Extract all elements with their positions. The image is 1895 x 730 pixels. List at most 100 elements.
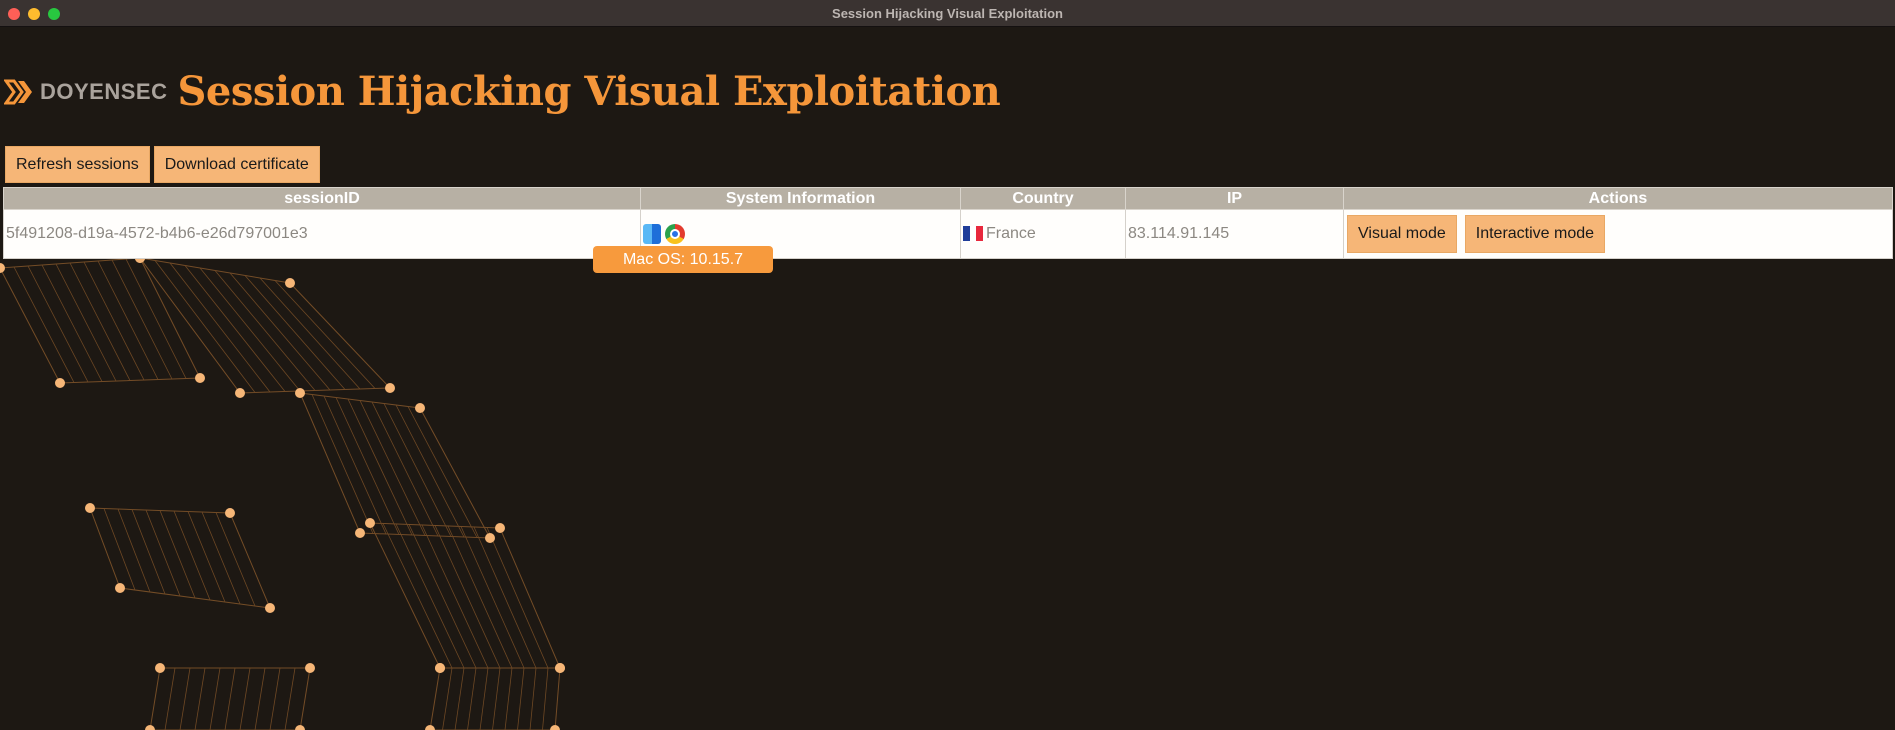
grid-line bbox=[274, 280, 376, 389]
grid-line bbox=[492, 667, 501, 730]
finder-icon[interactable] bbox=[643, 224, 661, 244]
column-header-actions: Actions bbox=[1343, 187, 1893, 210]
grid-line bbox=[173, 510, 211, 601]
grid-line bbox=[269, 667, 281, 730]
grid-line bbox=[111, 259, 173, 380]
grid-line bbox=[311, 394, 374, 534]
sessions-table: sessionID System Information Country IP … bbox=[3, 187, 1893, 259]
maximize-window-button[interactable] bbox=[48, 8, 60, 20]
column-header-country: Country bbox=[960, 187, 1126, 210]
country-name: France bbox=[986, 225, 1036, 242]
grid-line bbox=[154, 260, 256, 393]
grid-line bbox=[209, 667, 221, 730]
grid-line bbox=[199, 267, 301, 392]
grid-line bbox=[55, 263, 117, 382]
grid-line bbox=[83, 261, 145, 381]
grid-line bbox=[335, 397, 400, 535]
grid-dot bbox=[145, 725, 155, 730]
grid-line bbox=[421, 524, 489, 669]
table-row: 5f491208-d19a-4572-b4b6-e26d797001e3 Fra… bbox=[3, 209, 1893, 259]
grid-line bbox=[479, 667, 489, 730]
chrome-icon[interactable] bbox=[665, 224, 686, 244]
visual-mode-button[interactable]: Visual mode bbox=[1347, 215, 1457, 253]
grid-line bbox=[447, 525, 513, 669]
page-title: Session Hijacking Visual Exploitation bbox=[177, 68, 1001, 115]
grid-line bbox=[27, 265, 89, 383]
grid-line bbox=[194, 667, 206, 730]
window-title: Session Hijacking Visual Exploitation bbox=[832, 5, 1063, 21]
grid-dot bbox=[235, 388, 245, 398]
grid-dot bbox=[0, 263, 5, 273]
grid-line bbox=[517, 667, 525, 730]
grid-dot bbox=[285, 278, 295, 288]
toolbar: Refresh sessions Download certificate bbox=[5, 146, 320, 183]
grid-dot bbox=[495, 523, 505, 533]
grid-line bbox=[382, 523, 453, 669]
grid-line bbox=[125, 258, 187, 379]
grid-line bbox=[229, 272, 331, 391]
download-certificate-button[interactable]: Download certificate bbox=[153, 146, 320, 183]
grid-dot bbox=[385, 383, 395, 393]
column-header-ip: IP bbox=[1125, 187, 1344, 210]
grid-dot bbox=[265, 603, 275, 613]
grid-dot bbox=[355, 528, 365, 538]
column-header-session-id: sessionID bbox=[3, 187, 641, 210]
grid-line bbox=[486, 527, 549, 669]
grid-line bbox=[131, 509, 166, 595]
grid-line bbox=[224, 667, 236, 730]
grid-line bbox=[434, 525, 501, 669]
grid-dot bbox=[115, 583, 125, 593]
grid-dot bbox=[195, 373, 205, 383]
grid-line bbox=[159, 510, 196, 599]
grid-line bbox=[504, 667, 513, 730]
grid-line bbox=[145, 509, 181, 597]
grid-dot bbox=[295, 388, 305, 398]
grid-dot bbox=[225, 508, 235, 518]
grid-dot bbox=[365, 518, 375, 528]
grid-line bbox=[69, 262, 131, 381]
grid-line bbox=[239, 667, 251, 730]
grid-dot bbox=[555, 663, 565, 673]
grid-line bbox=[184, 265, 286, 392]
ip-cell: 83.114.91.145 bbox=[1125, 209, 1344, 259]
grid-dot bbox=[435, 663, 445, 673]
grid-line bbox=[347, 398, 413, 536]
close-window-button[interactable] bbox=[8, 8, 20, 20]
grid-line bbox=[164, 667, 176, 730]
grid-line bbox=[254, 667, 266, 730]
brand-name: DOYENSEC bbox=[40, 78, 168, 104]
grid-line bbox=[323, 395, 387, 535]
actions-cell: Visual mode Interactive mode bbox=[1343, 209, 1893, 259]
grid-dot bbox=[305, 663, 315, 673]
grid-line bbox=[169, 262, 271, 393]
refresh-sessions-button[interactable]: Refresh sessions bbox=[5, 146, 150, 183]
grid-line bbox=[117, 508, 151, 593]
grid-dot bbox=[85, 503, 95, 513]
decorative-grid-background bbox=[0, 258, 565, 730]
grid-line bbox=[467, 667, 477, 730]
grid-line bbox=[13, 266, 75, 383]
grid-dot bbox=[425, 725, 435, 730]
grid-line bbox=[542, 667, 549, 730]
window-titlebar: Session Hijacking Visual Exploitation bbox=[0, 0, 1895, 27]
grid-dot bbox=[415, 403, 425, 413]
grid-line bbox=[103, 508, 136, 591]
grid-dot bbox=[485, 533, 495, 543]
grid-dot bbox=[550, 725, 560, 730]
minimize-window-button[interactable] bbox=[28, 8, 40, 20]
grid-line bbox=[187, 511, 226, 603]
grid-line bbox=[408, 524, 477, 669]
table-header-row: sessionID System Information Country IP … bbox=[3, 187, 1893, 210]
grid-line bbox=[97, 260, 159, 380]
grid-line bbox=[41, 264, 103, 382]
grid-dot bbox=[55, 378, 65, 388]
column-header-system-information: System Information bbox=[640, 187, 961, 210]
interactive-mode-button[interactable]: Interactive mode bbox=[1464, 215, 1606, 253]
grid-dot bbox=[295, 725, 305, 730]
grid-line bbox=[473, 526, 537, 669]
grid-line bbox=[179, 667, 191, 730]
grid-line bbox=[214, 270, 316, 391]
doyensec-logo: DOYENSEC bbox=[4, 78, 167, 106]
os-tooltip: Mac OS: 10.15.7 bbox=[593, 246, 773, 273]
page-header: DOYENSEC Session Hijacking Visual Exploi… bbox=[4, 68, 1001, 115]
